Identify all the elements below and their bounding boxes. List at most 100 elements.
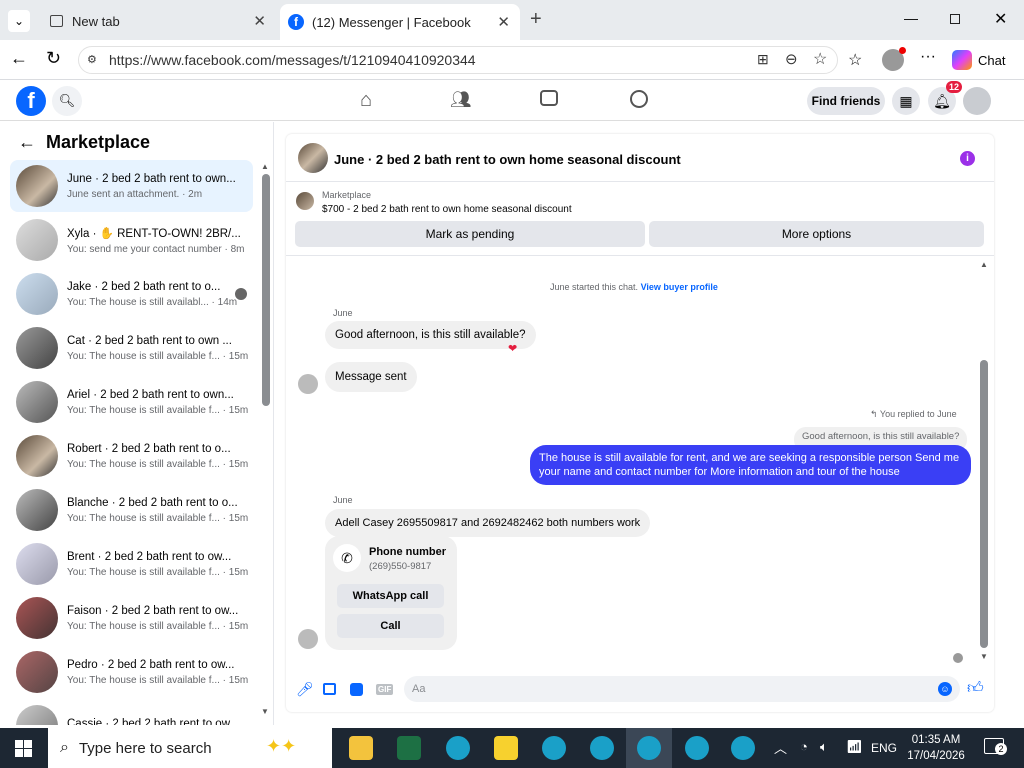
scroll-up-icon[interactable]: ▲ bbox=[261, 162, 269, 171]
edge-icon[interactable] bbox=[590, 736, 614, 760]
notifications-bell-icon[interactable]: 🔔︎ 12 bbox=[928, 81, 963, 115]
edge-icon[interactable] bbox=[685, 736, 709, 760]
conversation-item[interactable]: Pedro · 2 bed 2 bath rent to ow... You: T… bbox=[10, 646, 253, 698]
refresh-icon[interactable]: ↻ bbox=[46, 48, 61, 69]
conversation-item[interactable]: Ariel · 2 bed 2 bath rent to own... You: … bbox=[10, 376, 253, 428]
conversation-item[interactable]: Blanche · 2 bed 2 bath rent to o... You: … bbox=[10, 484, 253, 536]
close-window-icon[interactable]: ✕ bbox=[994, 9, 1007, 29]
scroll-down-icon[interactable]: ▼ bbox=[261, 707, 269, 716]
my-reply-bubble[interactable]: The house is still available for rent, a… bbox=[530, 445, 971, 485]
edge-icon[interactable] bbox=[637, 736, 661, 760]
site-info-icon[interactable]: ⚙ bbox=[87, 53, 97, 66]
edge-icon[interactable] bbox=[731, 736, 755, 760]
taskbar-search-input[interactable]: ⌕ Type here to search ✦✦ bbox=[48, 728, 332, 768]
conversation-item[interactable]: Cassie · 2 bed 2 bath rent to ow... bbox=[10, 700, 253, 725]
zoom-icon[interactable]: ⊖ bbox=[785, 50, 798, 68]
conversation-text: Robert · 2 bed 2 bath rent to o... You: T… bbox=[67, 443, 248, 470]
conversation-item[interactable]: Robert · 2 bed 2 bath rent to o... You: T… bbox=[10, 430, 253, 482]
app-icon[interactable]: ⊞ bbox=[757, 51, 769, 68]
url-field[interactable]: ⚙ https://www.facebook.com/messages/t/12… bbox=[78, 46, 838, 74]
tray-app-icon[interactable]: ◔ bbox=[800, 739, 808, 754]
profile-avatar[interactable] bbox=[882, 47, 906, 71]
phone-value[interactable]: (269)550-9817 bbox=[369, 561, 431, 572]
search-highlight-icon[interactable]: ✦✦ bbox=[266, 736, 296, 757]
more-options-button[interactable]: More options bbox=[649, 221, 984, 247]
copilot-icon bbox=[952, 50, 972, 70]
back-arrow-icon[interactable]: ← bbox=[18, 132, 36, 153]
message-bubble[interactable]: Good afternoon, is this still available? bbox=[325, 321, 536, 349]
clock[interactable]: 01:35 AM 17/04/2026 bbox=[906, 732, 966, 764]
edge-icon[interactable] bbox=[446, 736, 470, 760]
conversation-text: Brent · 2 bed 2 bath rent to ow... You: T… bbox=[67, 551, 248, 578]
microphone-icon[interactable]: 🎤︎ bbox=[296, 681, 314, 698]
video-icon[interactable] bbox=[540, 90, 558, 106]
notification-center-icon[interactable]: 2 bbox=[984, 738, 1007, 755]
minimize-icon[interactable]: — bbox=[904, 10, 918, 26]
tab-list-chevron-icon[interactable]: ⌄ bbox=[8, 10, 30, 32]
windows-start-icon[interactable] bbox=[15, 740, 32, 757]
volume-icon[interactable]: 🔈︎ bbox=[820, 739, 828, 755]
emoji-icon[interactable]: ☺ bbox=[938, 682, 952, 696]
tab-new-tab[interactable]: New tab ✕ bbox=[40, 6, 276, 36]
facebook-logo-icon[interactable]: f bbox=[16, 86, 46, 116]
conversation-item[interactable]: Cat · 2 bed 2 bath rent to own ... You: T… bbox=[10, 322, 253, 374]
info-icon[interactable]: i bbox=[960, 151, 975, 166]
menu-grid-icon[interactable]: ▦ bbox=[892, 87, 920, 115]
mark-as-pending-button[interactable]: Mark as pending bbox=[295, 221, 645, 247]
call-button[interactable]: Call bbox=[337, 614, 444, 638]
conversation-item[interactable]: Xyla · ✋ RENT-TO-OWN! 2BR/... You: send m… bbox=[10, 214, 253, 266]
account-avatar[interactable] bbox=[963, 87, 991, 115]
message-bubble[interactable]: Message sent bbox=[325, 362, 417, 392]
favorites-icon[interactable]: ☆ bbox=[848, 50, 862, 70]
conversation-item[interactable]: Jake · 2 bed 2 bath rent to o... You: The… bbox=[10, 268, 253, 320]
like-thumb-icon[interactable]: 👍︎ bbox=[967, 679, 984, 698]
more-menu-icon[interactable]: ··· bbox=[920, 48, 936, 66]
conversation-preview: June sent an attachment. · 2m bbox=[67, 188, 203, 200]
edge-icon[interactable] bbox=[542, 736, 566, 760]
sticky-notes-icon[interactable] bbox=[494, 736, 518, 760]
find-friends-button[interactable]: Find friends bbox=[807, 87, 885, 115]
page-icon bbox=[48, 13, 64, 29]
conversation-item[interactable]: Brent · 2 bed 2 bath rent to ow... You: T… bbox=[10, 538, 253, 590]
language-indicator[interactable]: ENG bbox=[871, 741, 897, 755]
conversation-item[interactable]: June · 2 bed 2 bath rent to own... June s… bbox=[10, 160, 253, 212]
view-buyer-profile-link[interactable]: View buyer profile bbox=[641, 282, 718, 292]
scroll-up-icon[interactable]: ▲ bbox=[980, 260, 988, 269]
started-text: June started this chat. bbox=[550, 282, 639, 292]
copilot-chat-button[interactable]: Chat bbox=[952, 48, 1016, 72]
home-icon[interactable]: ⌂ bbox=[360, 89, 372, 112]
chat-scrollbar[interactable] bbox=[980, 360, 988, 648]
excel-icon[interactable] bbox=[397, 736, 421, 760]
listing-thumb[interactable] bbox=[296, 192, 314, 210]
listing-text[interactable]: $700 - 2 bed 2 bath rent to own home sea… bbox=[322, 204, 572, 215]
close-tab-icon[interactable]: ✕ bbox=[497, 13, 510, 31]
conversation-preview: You: The house is still available f... ·… bbox=[67, 512, 249, 524]
listing-avatar[interactable] bbox=[298, 143, 328, 173]
groups-icon[interactable] bbox=[630, 90, 648, 108]
favorite-star-icon[interactable]: ☆ bbox=[813, 49, 827, 69]
friends-icon[interactable]: 👥︎ bbox=[450, 90, 472, 110]
conversation-text: Jake · 2 bed 2 bath rent to o... You: The… bbox=[67, 281, 237, 308]
scroll-down-icon[interactable]: ▼ bbox=[980, 652, 988, 661]
chat-title[interactable]: June · 2 bed 2 bath rent to own home sea… bbox=[334, 152, 681, 167]
close-tab-icon[interactable]: ✕ bbox=[253, 12, 266, 30]
back-arrow-icon[interactable]: ← bbox=[10, 48, 28, 69]
sidebar-scrollbar[interactable] bbox=[262, 174, 270, 406]
message-input[interactable]: Aa ☺ bbox=[404, 676, 960, 702]
sender-avatar[interactable] bbox=[298, 629, 318, 649]
tray-chevron-icon[interactable]: ︿ bbox=[774, 738, 787, 757]
file-explorer-icon[interactable] bbox=[349, 736, 373, 760]
whatsapp-call-button[interactable]: WhatsApp call bbox=[337, 584, 444, 608]
search-icon[interactable]: 🔍︎ bbox=[52, 86, 82, 116]
image-icon[interactable] bbox=[323, 683, 336, 695]
gif-icon[interactable]: GIF bbox=[376, 684, 394, 695]
sender-avatar[interactable] bbox=[298, 374, 318, 394]
tab-messenger[interactable]: f (12) Messenger | Facebook ✕ bbox=[280, 4, 520, 40]
conversation-item[interactable]: Faison · 2 bed 2 bath rent to ow... You: … bbox=[10, 592, 253, 644]
sticker-icon[interactable] bbox=[350, 683, 363, 696]
message-bubble[interactable]: Adell Casey 2695509817 and 2692482462 bo… bbox=[325, 509, 651, 537]
phone-card: ✆ Phone number (269)550-9817 WhatsApp ca… bbox=[325, 536, 457, 650]
network-icon[interactable]: 📶︎ bbox=[846, 739, 863, 755]
new-tab-plus-icon[interactable]: + bbox=[530, 8, 542, 31]
restore-icon[interactable] bbox=[950, 14, 960, 24]
